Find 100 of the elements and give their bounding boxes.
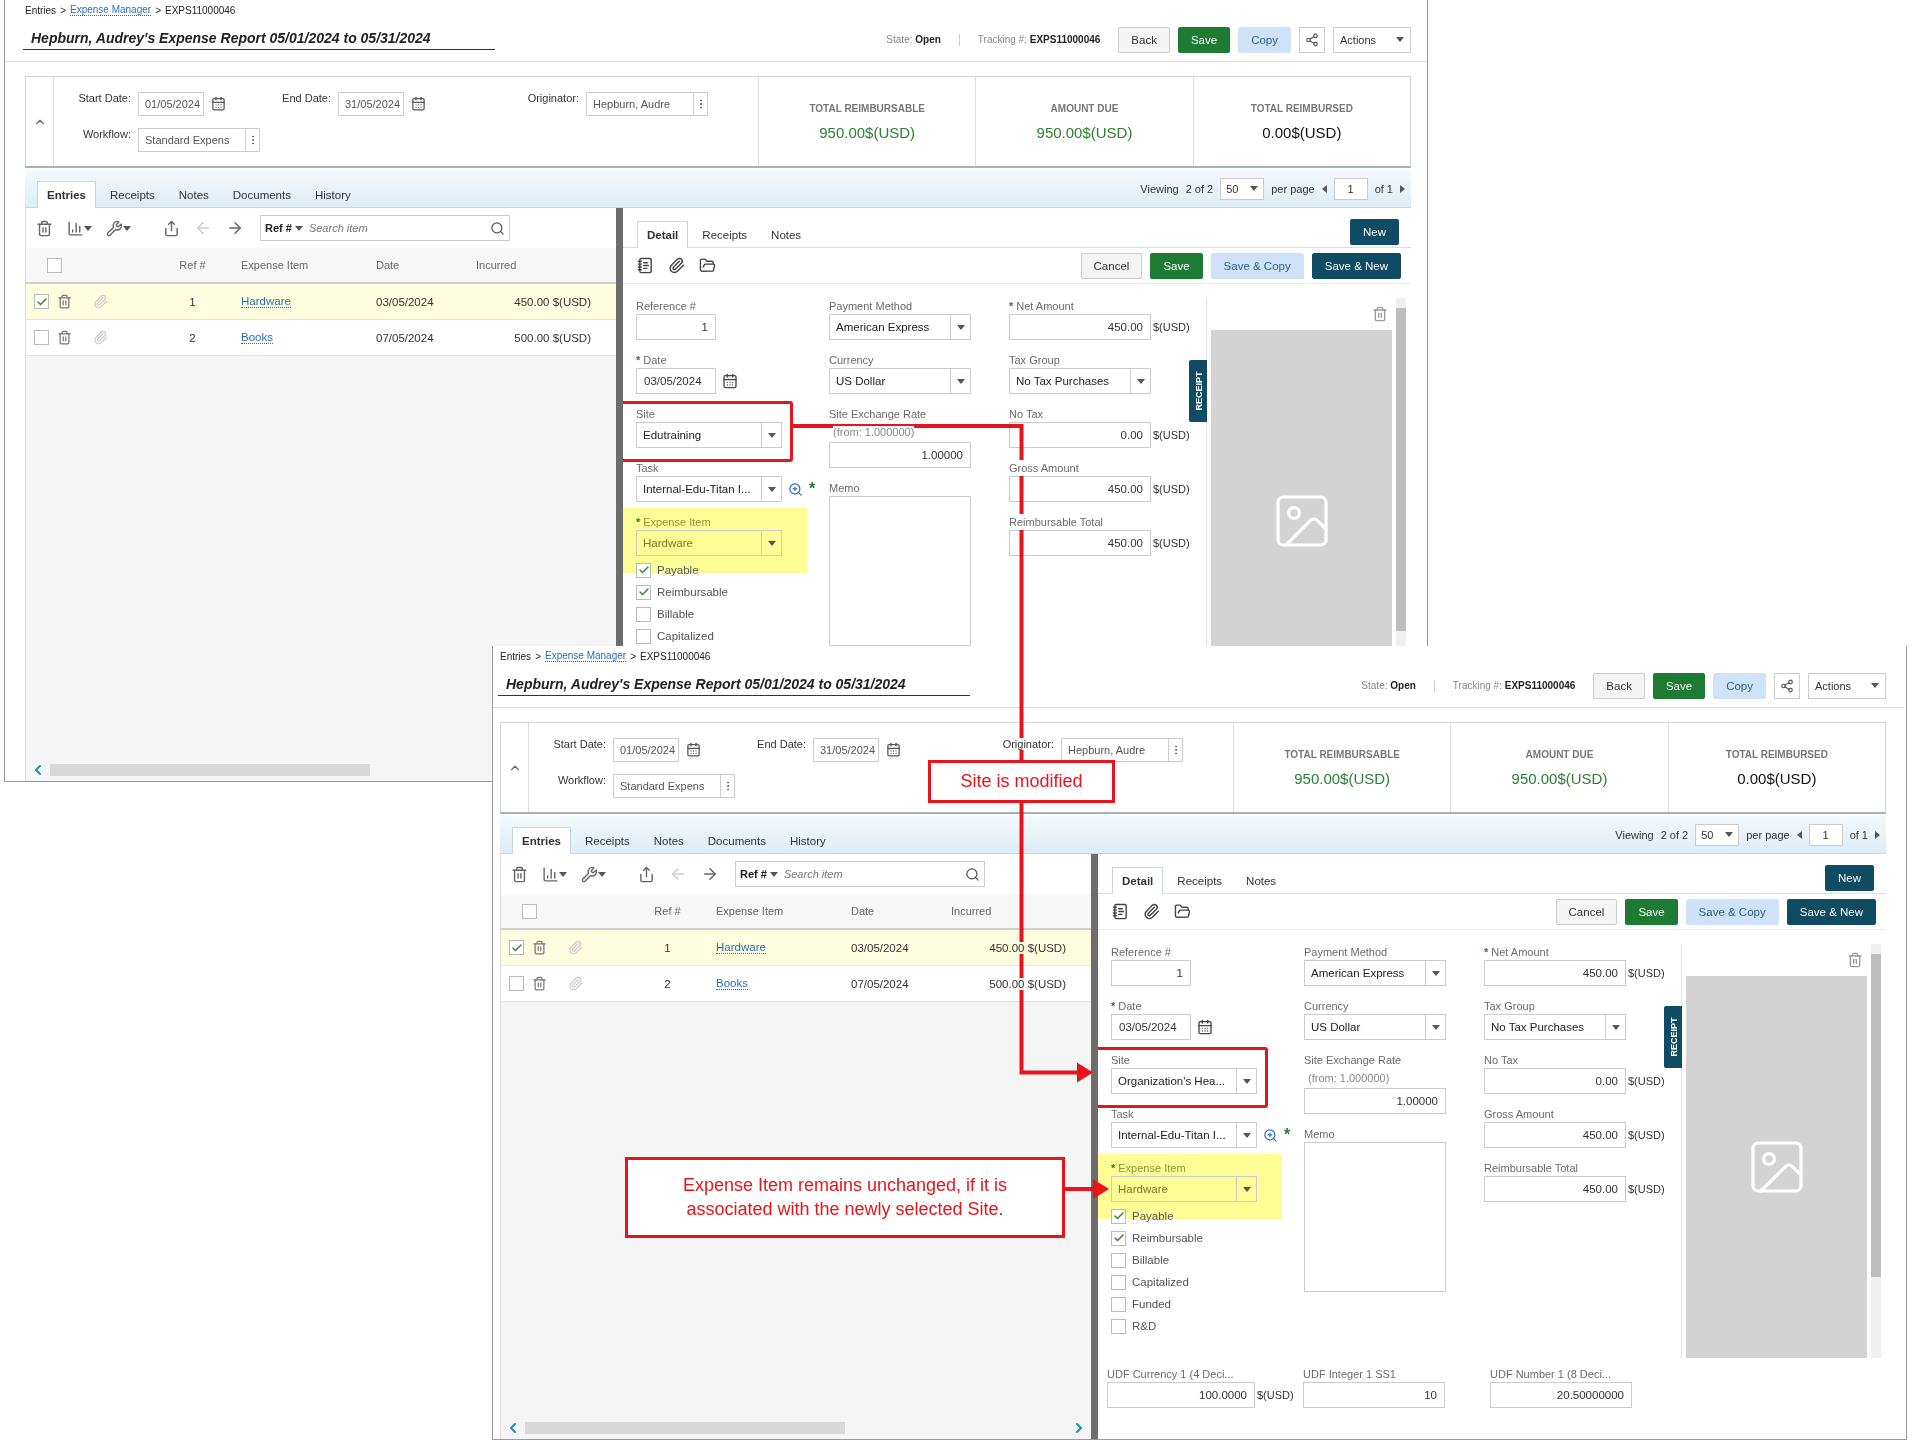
form-button[interactable]: Save: [1625, 898, 1678, 925]
dropdown-field[interactable]: American Express: [1304, 960, 1446, 986]
delete-icon[interactable]: [1372, 306, 1388, 322]
tab[interactable]: Entries: [37, 181, 96, 208]
tab[interactable]: Notes: [168, 181, 219, 208]
share-button[interactable]: [1299, 26, 1325, 53]
reference-field[interactable]: 1: [1111, 960, 1191, 986]
calendar-icon[interactable]: [1197, 1019, 1213, 1035]
tab[interactable]: Documents: [697, 827, 776, 854]
folder-icon[interactable]: [699, 257, 716, 274]
column-header[interactable]: Ref #: [654, 905, 681, 917]
tab[interactable]: Receipts: [692, 221, 758, 248]
tab[interactable]: Entries: [512, 827, 571, 854]
amount-field[interactable]: 450.00: [1484, 960, 1626, 986]
forward-arrow-icon[interactable]: [701, 865, 719, 883]
dropdown-field[interactable]: US Dollar: [1304, 1014, 1446, 1040]
dropdown-field[interactable]: Hardware: [1111, 1176, 1257, 1202]
search-field[interactable]: Ref # Search item: [735, 861, 985, 887]
expense-item-link[interactable]: Hardware: [241, 295, 291, 308]
reference-field[interactable]: 1: [636, 314, 716, 340]
checkbox[interactable]: [636, 584, 651, 600]
tab[interactable]: History: [304, 181, 361, 208]
header-button[interactable]: Save: [1652, 672, 1706, 699]
checkbox[interactable]: [636, 628, 651, 644]
calendar-icon[interactable]: [211, 96, 226, 111]
header-button[interactable]: Copy: [1713, 672, 1766, 699]
date-field[interactable]: 31/05/2024: [813, 737, 879, 762]
tab[interactable]: Receipts: [575, 827, 640, 854]
tools-icon[interactable]: [581, 865, 598, 883]
dropdown-field[interactable]: No Tax Purchases: [1009, 368, 1151, 394]
checkbox[interactable]: [1111, 1230, 1126, 1246]
dropdown-field[interactable]: Edutraining: [636, 422, 782, 448]
dropdown-field[interactable]: Hardware: [636, 530, 782, 556]
search-icon[interactable]: [1263, 1127, 1278, 1143]
delete-icon[interactable]: [532, 940, 547, 955]
header-button[interactable]: Back: [1118, 26, 1170, 53]
amount-field[interactable]: 450.00: [1009, 530, 1151, 556]
dropdown-field[interactable]: American Express: [829, 314, 971, 340]
lookup-field[interactable]: Standard Expens: [138, 127, 260, 152]
udf-field[interactable]: 10: [1303, 1382, 1445, 1408]
date-field[interactable]: 03/05/2024: [636, 368, 716, 394]
date-field[interactable]: 31/05/2024: [338, 91, 404, 116]
tab[interactable]: History: [779, 827, 836, 854]
folder-icon[interactable]: [1174, 903, 1191, 920]
form-button[interactable]: Save & New: [1786, 898, 1876, 925]
search-icon[interactable]: [788, 481, 803, 497]
notepad-icon[interactable]: [637, 257, 654, 274]
tools-icon[interactable]: [106, 219, 123, 237]
calendar-icon[interactable]: [886, 742, 901, 757]
column-header[interactable]: Date: [376, 259, 400, 271]
column-header[interactable]: Incurred: [951, 905, 992, 917]
form-button[interactable]: Save & New: [1311, 252, 1401, 279]
amount-field[interactable]: 450.00: [1484, 1122, 1626, 1148]
column-header[interactable]: Expense Item: [716, 905, 784, 917]
expense-item-link[interactable]: Hardware: [716, 941, 766, 954]
dropdown-field[interactable]: No Tax Purchases: [1484, 1014, 1626, 1040]
select-all-checkbox[interactable]: [47, 257, 62, 273]
row-checkbox[interactable]: [34, 294, 49, 309]
page-size-select[interactable]: 50: [1695, 823, 1740, 846]
chart-icon[interactable]: [542, 865, 559, 883]
table-row[interactable]: 2 Books 07/05/2024 500.00 $(USD): [26, 320, 616, 356]
udf-field[interactable]: 20.50000000: [1490, 1382, 1632, 1408]
rate-field[interactable]: 1.00000: [1304, 1088, 1446, 1114]
row-checkbox[interactable]: [509, 940, 524, 955]
rate-field[interactable]: 1.00000: [829, 442, 971, 468]
memo-field[interactable]: [829, 496, 971, 646]
tab[interactable]: Documents: [222, 181, 301, 208]
attachment-icon[interactable]: [1143, 903, 1160, 920]
breadcrumb-link[interactable]: Expense Manager: [544, 650, 627, 662]
delete-icon[interactable]: [57, 330, 72, 345]
select-all-checkbox[interactable]: [522, 903, 537, 919]
chart-icon[interactable]: [67, 219, 84, 237]
table-row[interactable]: 1 Hardware 03/05/2024 450.00 $(USD): [501, 930, 1091, 966]
new-button[interactable]: New: [1825, 864, 1874, 891]
amount-field[interactable]: 0.00: [1484, 1068, 1626, 1094]
calendar-icon[interactable]: [722, 373, 738, 389]
search-field[interactable]: Ref # Search item: [260, 215, 510, 241]
tab[interactable]: Detail: [637, 221, 689, 248]
form-button[interactable]: Cancel: [1080, 252, 1143, 279]
table-row[interactable]: 1 Hardware 03/05/2024 450.00 $(USD): [26, 284, 616, 320]
checkbox[interactable]: [1111, 1252, 1126, 1268]
row-checkbox[interactable]: [509, 976, 524, 991]
search-icon[interactable]: [965, 866, 980, 882]
export-icon[interactable]: [163, 219, 180, 237]
delete-icon[interactable]: [57, 294, 72, 309]
scrollbar-thumb[interactable]: [1871, 954, 1881, 1278]
checkbox[interactable]: [1111, 1318, 1126, 1334]
form-button[interactable]: Save & Copy: [1685, 898, 1779, 925]
attachment-icon[interactable]: [668, 257, 685, 274]
form-button[interactable]: Save & Copy: [1210, 252, 1304, 279]
checkbox[interactable]: [1111, 1296, 1126, 1312]
notepad-icon[interactable]: [1112, 903, 1129, 920]
tab[interactable]: Receipts: [100, 181, 165, 208]
receipt-tab[interactable]: RECEIPT: [1664, 1006, 1682, 1068]
column-header[interactable]: Date: [851, 905, 875, 917]
column-header[interactable]: Ref #: [179, 259, 206, 271]
checkbox[interactable]: [1111, 1274, 1126, 1290]
expense-item-link[interactable]: Books: [716, 977, 748, 990]
date-field[interactable]: 01/05/2024: [138, 91, 204, 116]
lookup-field[interactable]: Standard Expens: [613, 773, 735, 798]
